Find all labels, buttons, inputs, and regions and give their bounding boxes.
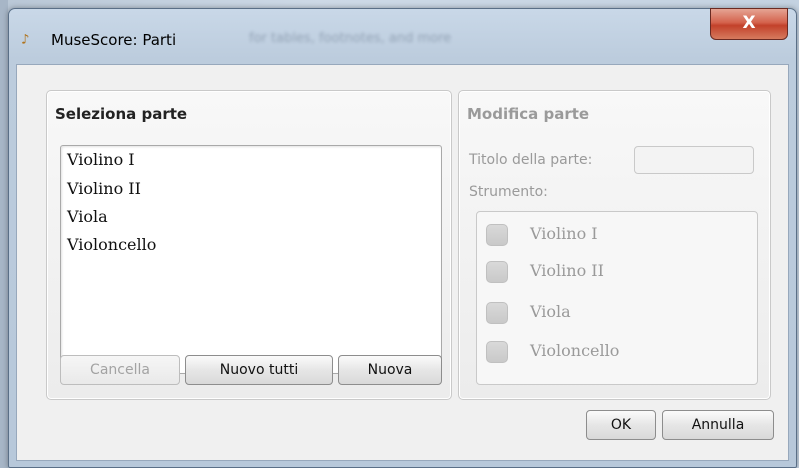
new-part-button[interactable]: Nuova	[338, 355, 442, 385]
instrument-option-label: Violoncello	[530, 341, 620, 360]
title-bar[interactable]: ♪ MuseScore: Parti for tables, footnotes…	[9, 8, 796, 65]
window-title: MuseScore: Parti	[51, 31, 177, 49]
select-part-title: Seleziona parte	[55, 105, 188, 123]
background-blurred-text: for tables, footnotes, and more	[249, 31, 452, 46]
instrument-checkbox[interactable]	[486, 302, 508, 324]
cancel-button[interactable]: Annulla	[662, 410, 774, 440]
instrument-checkbox[interactable]	[486, 261, 508, 283]
part-title-label: Titolo della parte:	[469, 152, 593, 168]
list-item[interactable]: Violino I	[67, 150, 135, 169]
instrument-checkbox[interactable]	[486, 224, 508, 246]
close-icon: X	[742, 13, 756, 33]
instrument-option-label: Violino I	[530, 224, 598, 243]
parts-list[interactable]: Violino I Violino II Viola Violoncello	[60, 145, 442, 374]
list-item[interactable]: Violoncello	[67, 235, 156, 254]
ok-button[interactable]: OK	[586, 410, 656, 440]
delete-button[interactable]: Cancella	[60, 355, 180, 385]
instrument-label: Strumento:	[469, 184, 548, 200]
list-item[interactable]: Viola	[67, 207, 108, 226]
part-title-field[interactable]	[634, 146, 754, 174]
edit-part-title: Modifica parte	[467, 105, 590, 123]
background-window-edge	[0, 0, 8, 468]
list-item[interactable]: Violino II	[67, 179, 141, 198]
musescore-app-icon: ♪	[21, 32, 30, 48]
instrument-option-label: Violino II	[530, 261, 604, 280]
close-button[interactable]: X	[710, 8, 788, 40]
instrument-option-label: Viola	[530, 302, 571, 321]
new-all-button[interactable]: Nuovo tutti	[185, 355, 333, 385]
instrument-checkbox[interactable]	[486, 341, 508, 363]
